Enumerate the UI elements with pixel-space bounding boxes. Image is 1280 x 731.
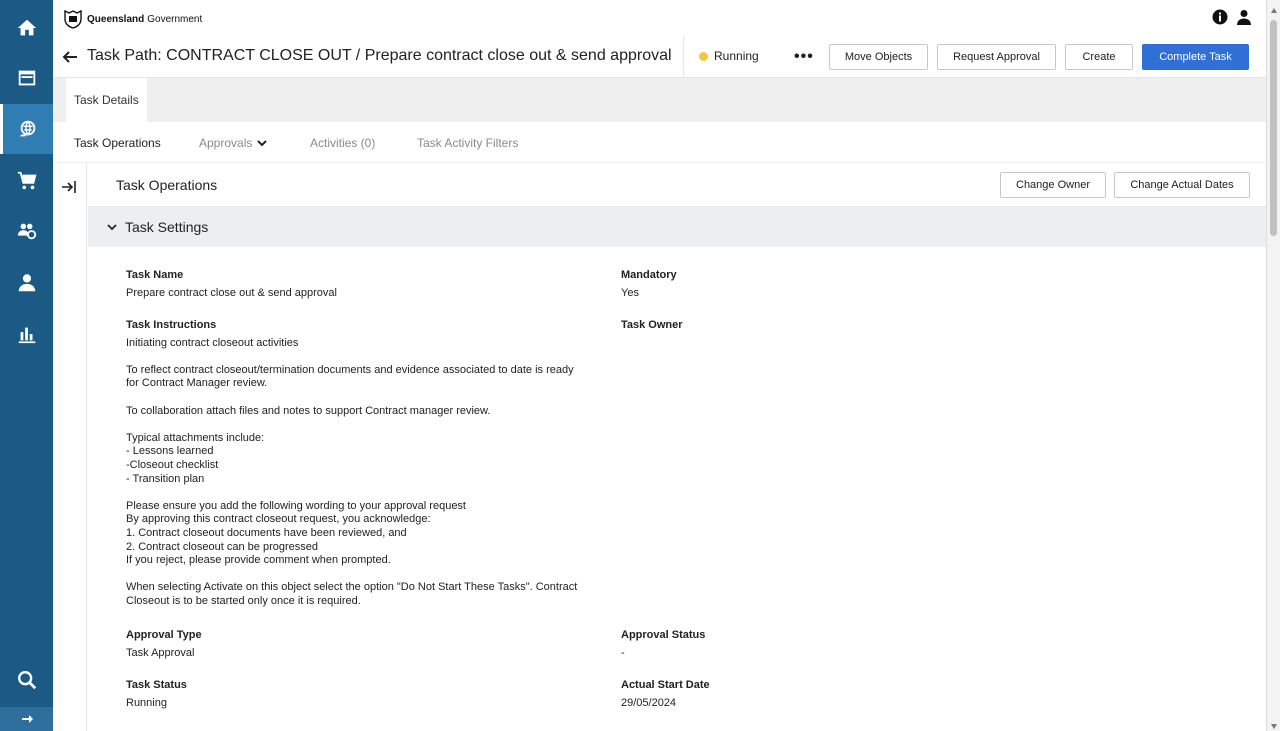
field-value: 29/05/2024 — [621, 696, 677, 709]
home-icon — [17, 19, 36, 36]
move-objects-button[interactable]: Move Objects — [829, 44, 928, 70]
arrow-left-icon — [62, 51, 77, 63]
status-dot-icon — [699, 51, 708, 61]
subtab-label: Task Activity Filters — [417, 136, 519, 150]
subtab-label: Task Operations — [74, 136, 161, 150]
tab-task-details[interactable]: Task Details — [66, 78, 147, 122]
panel-header: Task Operations Change Owner Change Actu… — [88, 163, 1266, 206]
top-bar: Queensland Government — [53, 0, 1266, 36]
field-label: Task Owner — [621, 319, 683, 331]
back-button[interactable] — [62, 49, 78, 65]
chevron-down-icon — [107, 224, 117, 231]
status-badge: Running — [699, 49, 759, 63]
field-task-status: Task Status Running — [126, 679, 596, 710]
field-mandatory: Mandatory Yes — [621, 269, 921, 300]
field-task-instructions: Task Instructions Initiating contract cl… — [126, 319, 606, 608]
search-icon — [17, 671, 36, 690]
panel-title: Task Operations — [116, 177, 218, 193]
change-owner-button[interactable]: Change Owner — [1000, 172, 1106, 198]
request-approval-button[interactable]: Request Approval — [937, 44, 1056, 70]
nav-home[interactable] — [0, 3, 53, 53]
user-icon — [18, 274, 35, 292]
bar-chart-icon — [18, 327, 35, 344]
field-label: Task Name — [126, 269, 184, 281]
field-label: Mandatory — [621, 269, 677, 281]
field-value: Running — [126, 696, 167, 709]
divider — [683, 36, 684, 78]
nav-dashboard[interactable] — [0, 53, 53, 103]
field-actual-start-date: Actual Start Date 29/05/2024 — [621, 679, 921, 710]
field-value: - — [621, 646, 625, 659]
nav-reports[interactable] — [0, 309, 53, 359]
task-header: Task Path: CONTRACT CLOSE OUT / Prepare … — [53, 36, 1266, 78]
nav-suppliers[interactable] — [0, 206, 53, 256]
globe-hands-icon — [19, 120, 36, 137]
field-label: Approval Type — [126, 629, 202, 641]
crest-icon — [64, 9, 82, 29]
field-value: Yes — [621, 286, 639, 299]
task-settings-section[interactable]: Task Settings — [88, 206, 1266, 247]
collapse-right-icon[interactable] — [61, 179, 77, 195]
subtab-task-activity-filters[interactable]: Task Activity Filters — [417, 136, 518, 150]
section-title: Task Settings — [125, 219, 209, 235]
subtab-activities[interactable]: Activities (0) — [310, 136, 375, 150]
scroll-thumb[interactable] — [1270, 20, 1277, 236]
expand-rail-button[interactable] — [0, 707, 53, 731]
field-label: Actual Start Date — [621, 679, 710, 691]
triangle-down-icon — [1271, 724, 1277, 729]
nav-user[interactable] — [0, 258, 53, 308]
qld-logo[interactable]: Queensland Government — [62, 9, 202, 29]
chevron-down-icon — [257, 140, 268, 147]
field-value: Task Approval — [126, 646, 195, 659]
vertical-scrollbar[interactable] — [1266, 0, 1280, 731]
nav-search[interactable] — [0, 655, 53, 705]
more-options-button[interactable]: ••• — [794, 48, 814, 66]
brand-name-rest: Government — [147, 13, 203, 25]
subtab-label: Approvals — [199, 136, 253, 150]
change-actual-dates-button[interactable]: Change Actual Dates — [1114, 172, 1250, 198]
nav-rail — [0, 0, 53, 731]
field-approval-type: Approval Type Task Approval — [126, 629, 596, 660]
dashboard-icon — [18, 70, 35, 86]
brand-name-bold: Queensland — [87, 13, 145, 25]
account-icon[interactable] — [1236, 9, 1252, 25]
triangle-up-icon — [1271, 8, 1277, 13]
subtab-bar: Task Operations Approvals Activities (0)… — [53, 122, 1266, 163]
arrow-right-icon — [21, 715, 33, 723]
page-title: Task Path: CONTRACT CLOSE OUT / Prepare … — [87, 47, 672, 64]
nav-globe[interactable] — [0, 104, 53, 154]
field-task-name: Task Name Prepare contract close out & s… — [126, 269, 596, 300]
cart-icon — [17, 171, 36, 190]
subtab-approvals[interactable]: Approvals — [199, 136, 268, 150]
group-gear-icon — [17, 223, 36, 240]
scroll-up-button[interactable] — [1270, 4, 1278, 13]
field-label: Task Instructions — [126, 319, 217, 331]
field-value: Prepare contract close out & send approv… — [126, 286, 337, 299]
status-text: Running — [714, 49, 759, 63]
subtab-label: Activities (0) — [310, 136, 376, 150]
field-approval-status: Approval Status - — [621, 629, 921, 660]
field-label: Approval Status — [621, 629, 706, 641]
scroll-down-button[interactable] — [1270, 719, 1278, 729]
field-value: Initiating contract closeout activities … — [126, 336, 578, 607]
field-task-owner: Task Owner — [621, 319, 921, 337]
info-icon[interactable] — [1212, 9, 1228, 25]
field-label: Task Status — [126, 679, 187, 691]
complete-task-button[interactable]: Complete Task — [1142, 44, 1249, 70]
create-button[interactable]: Create — [1065, 44, 1133, 70]
subtab-task-operations[interactable]: Task Operations — [74, 136, 161, 150]
nav-cart[interactable] — [0, 156, 53, 206]
collapse-panel — [53, 163, 87, 731]
tab-bar: Task Details — [53, 78, 1266, 122]
